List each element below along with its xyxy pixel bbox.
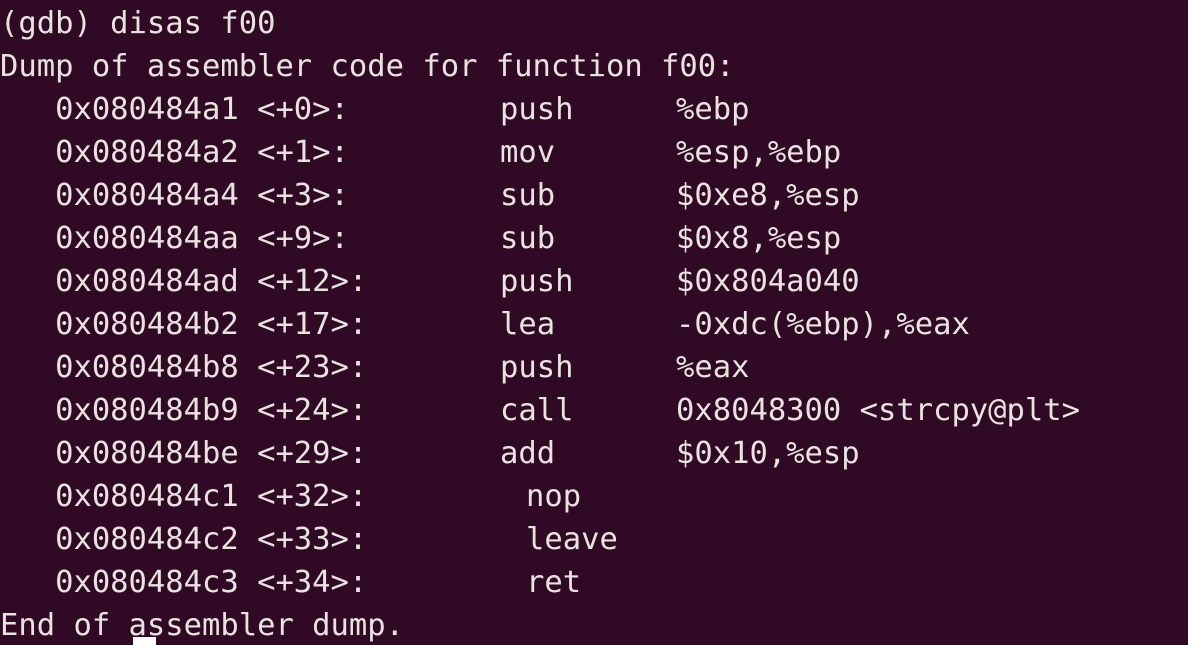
instruction-mnemonic: push	[500, 350, 574, 385]
instruction-mnemonic: sub	[500, 178, 556, 213]
instruction-address: 0x080484c2 <+33>:	[0, 522, 368, 557]
instruction-operands: $0x10,%esp	[676, 436, 860, 471]
instruction-mnemonic: leave	[526, 522, 618, 557]
instruction-mnemonic: call	[500, 393, 574, 428]
disassembly-row: 0x080484b9 <+24>: call 0x8048300 <strcpy…	[0, 389, 1188, 432]
instruction-mnemonic: lea	[500, 307, 556, 342]
instruction-operands: %eax	[676, 350, 750, 385]
disassembly-row: 0x080484c3 <+34>: ret	[0, 561, 1188, 604]
instruction-address: 0x080484b8 <+23>:	[0, 350, 368, 385]
instruction-operands: 0x8048300 <strcpy@plt>	[676, 393, 1080, 428]
disassembly-row: 0x080484ad <+12>: push $0x804a040	[0, 260, 1188, 303]
instruction-address: 0x080484c3 <+34>:	[0, 565, 368, 600]
instruction-operands: %ebp	[676, 92, 750, 127]
instruction-mnemonic: nop	[526, 479, 582, 514]
instruction-address: 0x080484c1 <+32>:	[0, 479, 368, 514]
terminal-window[interactable]: (gdb) disas f00 Dump of assembler code f…	[0, 0, 1188, 645]
disassembly-header: Dump of assembler code for function f00:	[0, 49, 735, 84]
instruction-mnemonic: push	[500, 264, 574, 299]
instruction-operands: -0xdc(%ebp),%eax	[676, 307, 970, 342]
instruction-address: 0x080484a1 <+0>:	[0, 92, 349, 127]
instruction-address: 0x080484ad <+12>:	[0, 264, 368, 299]
disassembly-row: 0x080484aa <+9>: sub $0x8,%esp	[0, 217, 1188, 260]
terminal-cursor	[133, 637, 156, 645]
disassembly-row: 0x080484a4 <+3>: sub $0xe8,%esp	[0, 174, 1188, 217]
instruction-operands: $0x8,%esp	[676, 221, 842, 256]
disassembly-row: 0x080484b8 <+23>: push %eax	[0, 346, 1188, 389]
instruction-address: 0x080484b2 <+17>:	[0, 307, 368, 342]
instruction-address: 0x080484a2 <+1>:	[0, 135, 349, 170]
disassembly-row: 0x080484c1 <+32>: nop	[0, 475, 1188, 518]
instruction-operands: %esp,%ebp	[676, 135, 842, 170]
terminal-screen: (gdb) disas f00 Dump of assembler code f…	[0, 0, 1188, 645]
disassembly-row: 0x080484c2 <+33>: leave	[0, 518, 1188, 561]
instruction-mnemonic: sub	[500, 221, 556, 256]
gdb-prompt-line: (gdb) disas f00	[0, 6, 276, 41]
instruction-operands: $0xe8,%esp	[676, 178, 860, 213]
instruction-address: 0x080484be <+29>:	[0, 436, 368, 471]
instruction-operands: $0x804a040	[676, 264, 860, 299]
disassembly-footer: End of assembler dump.	[0, 608, 404, 643]
instruction-mnemonic: add	[500, 436, 556, 471]
instruction-address: 0x080484aa <+9>:	[0, 221, 349, 256]
instruction-mnemonic: push	[500, 92, 574, 127]
instruction-address: 0x080484a4 <+3>:	[0, 178, 349, 213]
disassembly-row: 0x080484be <+29>: add $0x10,%esp	[0, 432, 1188, 475]
instruction-address: 0x080484b9 <+24>:	[0, 393, 368, 428]
disassembly-row: 0x080484b2 <+17>: lea -0xdc(%ebp),%eax	[0, 303, 1188, 346]
instruction-mnemonic: mov	[500, 135, 556, 170]
disassembly-row: 0x080484a2 <+1>: mov %esp,%ebp	[0, 131, 1188, 174]
instruction-mnemonic: ret	[526, 565, 582, 600]
disassembly-row: 0x080484a1 <+0>: push %ebp	[0, 88, 1188, 131]
